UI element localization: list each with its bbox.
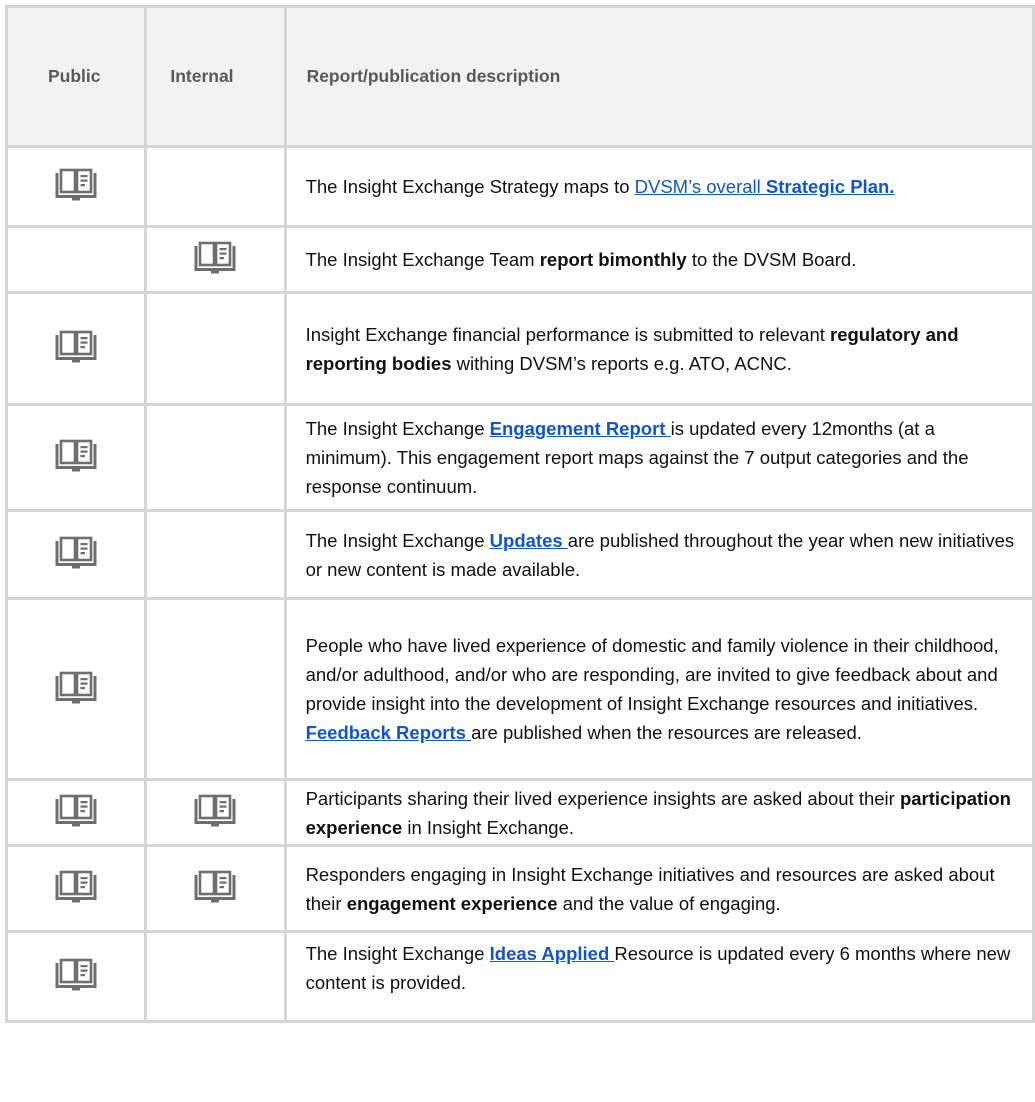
table-row: The Insight Exchange Team report bimonth… [4,225,1035,294]
description-link[interactable]: Updates [490,530,568,551]
cell-public [4,778,148,847]
description-emphasis: engagement experience [346,892,558,914]
description-text: The Insight Exchange Strategy maps to [305,176,635,197]
description-text: in Insight Exchange. [402,816,574,838]
description-link[interactable]: Engagement Report [490,418,671,439]
cell-internal [144,225,287,294]
cell-internal [144,145,287,228]
book-report-icon [54,956,98,992]
description-text: withing DVSM’s reports e.g. ATO, ACNC. [451,352,792,374]
description-text: The Insight Exchange Team [305,249,540,270]
cell-internal [144,778,287,847]
description-emphasis: report bimonthly [539,249,687,270]
cell-internal [144,291,287,406]
header-internal: Internal [144,5,287,148]
table-header-row: Public Internal Report/publication descr… [4,5,1035,148]
header-public: Public [4,5,148,148]
description-link[interactable]: Feedback Reports [306,722,472,743]
cell-description: Responders engaging in Insight Exchange … [283,844,1035,933]
table-row: The Insight Exchange Strategy maps to DV… [4,145,1035,228]
description-text: are published when the resources are rel… [471,722,862,743]
table-row: The Insight Exchange Ideas Applied Resou… [4,930,1035,1023]
cell-description: The Insight Exchange Team report bimonth… [283,225,1035,294]
cell-internal [144,844,287,933]
description-text: Participants sharing their lived experie… [305,787,900,809]
description-text: People who have lived experience of dome… [305,635,999,714]
cell-internal [144,509,287,600]
description-text: and the value of engaging. [557,892,781,914]
cell-description: The Insight Exchange Updates are publish… [283,509,1035,600]
description-text: The Insight Exchange [305,418,490,439]
cell-description: The Insight Exchange Engagement Report i… [283,403,1035,512]
cell-public [4,291,148,406]
table-row: People who have lived experience of dome… [4,597,1035,781]
book-report-icon [54,328,98,364]
cell-public [4,403,148,512]
cell-description: The Insight Exchange Ideas Applied Resou… [283,930,1035,1023]
description-text: The Insight Exchange [305,943,490,964]
table-row: The Insight Exchange Engagement Report i… [4,403,1035,512]
description-text: to the DVSM Board. [686,249,857,270]
table-row: Participants sharing their lived experie… [4,778,1035,847]
description-link[interactable]: Ideas Applied [490,943,615,964]
cell-public [4,225,148,294]
cell-public [4,509,148,600]
cell-internal [144,597,287,781]
cell-description: People who have lived experience of dome… [283,597,1035,781]
table-row: Responders engaging in Insight Exchange … [4,844,1035,933]
book-report-icon [54,437,98,473]
description-link[interactable]: DVSM’s overall [635,176,766,197]
header-description: Report/publication description [283,5,1035,148]
book-report-icon [193,792,237,828]
book-report-icon [54,669,98,705]
book-report-icon [54,166,98,202]
book-report-icon [54,534,98,570]
cell-internal [144,403,287,512]
cell-public [4,930,148,1023]
table-body: The Insight Exchange Strategy maps to DV… [4,145,1035,1023]
table-row: Insight Exchange financial performance i… [4,291,1035,406]
cell-internal [144,930,287,1023]
cell-public [4,145,148,228]
book-report-icon [193,868,237,904]
reporting-table: Public Internal Report/publication descr… [4,5,1035,1023]
description-text: The Insight Exchange [305,529,490,551]
description-link[interactable]: Strategic Plan. [766,176,895,197]
book-report-icon [54,792,98,828]
cell-public [4,844,148,933]
cell-public [4,597,148,781]
book-report-icon [54,868,98,904]
book-report-icon [193,239,237,275]
table-row: The Insight Exchange Updates are publish… [4,509,1035,600]
cell-description: Insight Exchange financial performance i… [283,291,1035,406]
description-text: Insight Exchange financial performance i… [305,323,831,345]
cell-description: Participants sharing their lived experie… [283,778,1035,847]
cell-description: The Insight Exchange Strategy maps to DV… [283,145,1035,228]
